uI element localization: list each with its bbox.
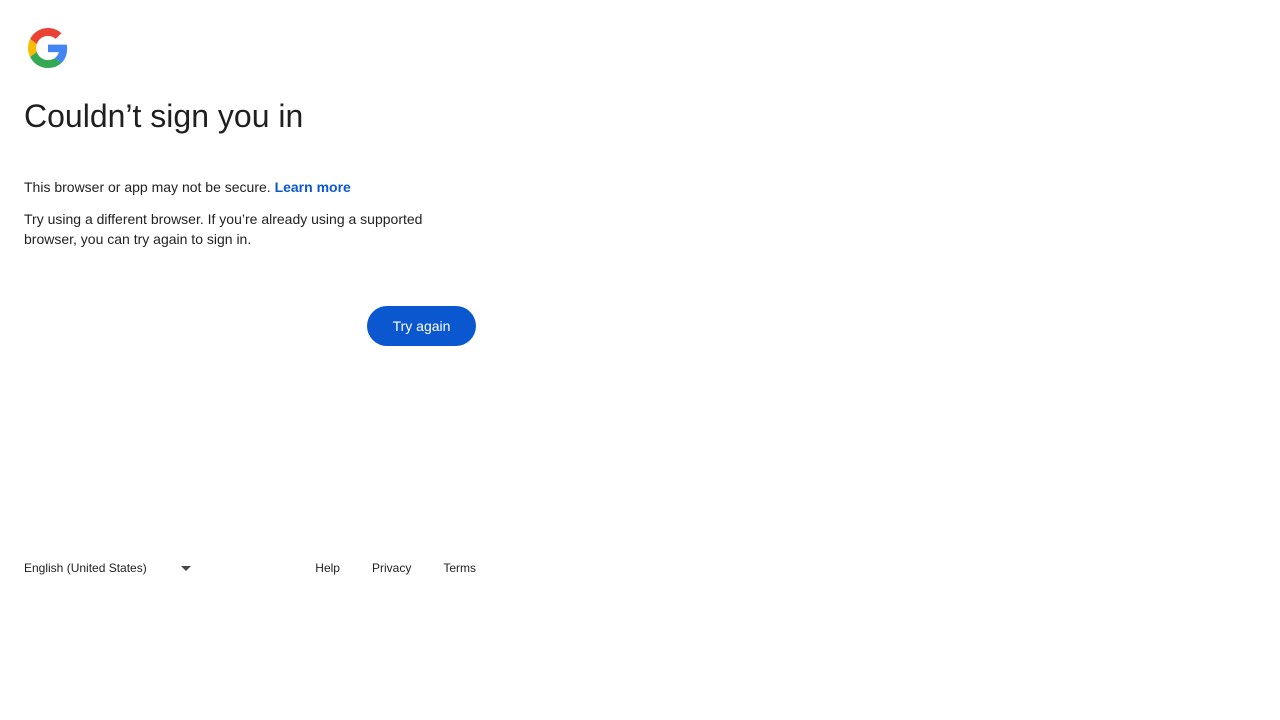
footer-links: Help Privacy Terms bbox=[315, 556, 476, 580]
caret-down-icon bbox=[181, 566, 191, 571]
language-selected-label: English (United States) bbox=[24, 561, 147, 575]
help-link[interactable]: Help bbox=[315, 556, 340, 580]
security-message: This browser or app may not be secure. L… bbox=[24, 177, 484, 197]
sign-in-error-page: Couldn’t sign you in This browser or app… bbox=[0, 0, 1280, 720]
learn-more-link[interactable]: Learn more bbox=[275, 179, 351, 195]
retry-message: Try using a different browser. If you’re… bbox=[24, 211, 423, 247]
google-logo-icon bbox=[28, 28, 68, 68]
language-selector[interactable]: English (United States) bbox=[24, 556, 194, 580]
footer: English (United States) Help Privacy Ter… bbox=[24, 556, 476, 580]
try-again-button[interactable]: Try again bbox=[367, 306, 476, 346]
page-title: Couldn’t sign you in bbox=[24, 98, 304, 134]
privacy-link[interactable]: Privacy bbox=[372, 556, 411, 580]
security-message-text: This browser or app may not be secure. bbox=[24, 179, 271, 195]
terms-link[interactable]: Terms bbox=[443, 556, 476, 580]
